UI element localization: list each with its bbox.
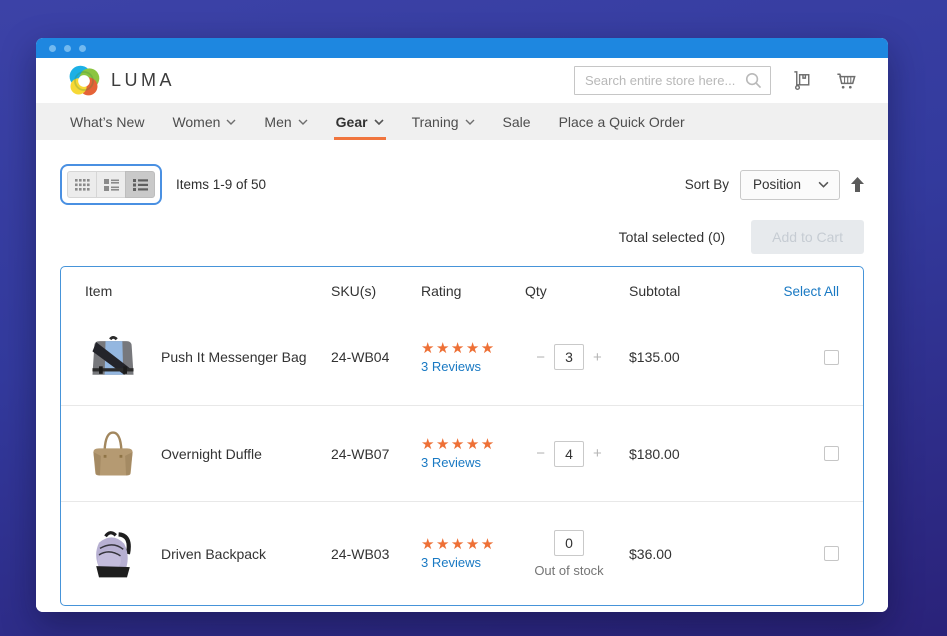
header-item: Item bbox=[85, 283, 331, 299]
chevron-down-icon bbox=[226, 119, 236, 125]
sort-by-label: Sort By bbox=[685, 177, 729, 192]
desktop-background: LUMA bbox=[0, 0, 947, 636]
search-box bbox=[574, 66, 771, 95]
product-subtotal: $36.00 bbox=[629, 546, 753, 562]
arrow-up-icon bbox=[851, 177, 864, 192]
row-checkbox[interactable] bbox=[824, 350, 839, 365]
qty-decrease-button[interactable]: − bbox=[536, 350, 545, 365]
total-selected-label: Total selected (0) bbox=[619, 229, 726, 245]
header-sku: SKU(s) bbox=[331, 283, 421, 299]
product-name: Driven Backpack bbox=[161, 546, 266, 562]
items-table: Item SKU(s) Rating Qty Subtotal Select A… bbox=[60, 266, 864, 606]
qty-input[interactable] bbox=[554, 344, 584, 370]
row-checkbox[interactable] bbox=[824, 446, 839, 461]
sort-select[interactable]: Position bbox=[740, 170, 840, 200]
product-sku: 24-WB04 bbox=[331, 349, 421, 365]
grid-view-icon bbox=[75, 179, 90, 191]
table-row: Driven Backpack 24-WB03 ★★★★★ 3 Reviews … bbox=[61, 501, 863, 605]
header-subtotal: Subtotal bbox=[629, 283, 753, 299]
nav-label: Sale bbox=[503, 114, 531, 130]
nav-item-quick-order[interactable]: Place a Quick Order bbox=[545, 103, 699, 140]
stock-status: Out of stock bbox=[534, 563, 603, 578]
window-control-dot[interactable] bbox=[79, 45, 86, 52]
reviews-link[interactable]: 3 Reviews bbox=[421, 455, 525, 470]
window-control-dot[interactable] bbox=[64, 45, 71, 52]
product-sku: 24-WB03 bbox=[331, 546, 421, 562]
product-image-duffle bbox=[85, 425, 141, 483]
product-rating: ★★★★★ 3 Reviews bbox=[421, 437, 525, 470]
reviews-link[interactable]: 3 Reviews bbox=[421, 555, 525, 570]
luma-logo-icon bbox=[66, 63, 102, 99]
product-subtotal: $180.00 bbox=[629, 446, 753, 462]
star-rating-icons: ★★★★★ bbox=[421, 537, 525, 552]
nav-label: Men bbox=[264, 114, 291, 130]
header-qty: Qty bbox=[525, 283, 629, 299]
page-content: Items 1-9 of 50 Sort By Position bbox=[36, 140, 888, 612]
product-subtotal: $135.00 bbox=[629, 349, 753, 365]
chevron-down-icon bbox=[818, 181, 829, 188]
qty-decrease-button[interactable]: − bbox=[536, 446, 545, 461]
sort-selected-value: Position bbox=[753, 177, 801, 192]
nav-item-traning[interactable]: Traning bbox=[398, 103, 489, 140]
items-count: Items 1-9 of 50 bbox=[176, 177, 266, 192]
product-rating: ★★★★★ 3 Reviews bbox=[421, 341, 525, 374]
product-name: Push It Messenger Bag bbox=[161, 349, 307, 365]
qty-input[interactable] bbox=[554, 441, 584, 467]
nav-item-men[interactable]: Men bbox=[250, 103, 321, 140]
list-view-icon bbox=[104, 179, 119, 191]
chevron-down-icon bbox=[465, 119, 475, 125]
table-row: Push It Messenger Bag 24-WB04 ★★★★★ 3 Re… bbox=[61, 309, 863, 405]
star-rating-icons: ★★★★★ bbox=[421, 437, 525, 452]
product-image-messenger-bag bbox=[85, 328, 141, 386]
table-header-row: Item SKU(s) Rating Qty Subtotal Select A… bbox=[61, 267, 863, 309]
sort-direction-button[interactable] bbox=[851, 177, 864, 192]
nav-label: What’s New bbox=[70, 114, 144, 130]
detailed-view-icon bbox=[133, 179, 148, 191]
nav-label: Women bbox=[172, 114, 220, 130]
window-control-dot[interactable] bbox=[49, 45, 56, 52]
nav-item-gear[interactable]: Gear bbox=[322, 103, 398, 140]
header-rating: Rating bbox=[421, 283, 525, 299]
table-row: Overnight Duffle 24-WB07 ★★★★★ 3 Reviews… bbox=[61, 405, 863, 501]
view-mode-list-button[interactable] bbox=[96, 171, 126, 198]
product-sku: 24-WB07 bbox=[331, 446, 421, 462]
qty-control: Out of stock bbox=[525, 530, 613, 578]
luma-logo[interactable]: LUMA bbox=[66, 63, 175, 99]
nav-label: Gear bbox=[336, 114, 368, 130]
view-mode-switcher bbox=[60, 164, 162, 205]
browser-window: LUMA bbox=[36, 38, 888, 612]
brand-name: LUMA bbox=[111, 70, 175, 91]
nav-item-women[interactable]: Women bbox=[158, 103, 250, 140]
row-checkbox[interactable] bbox=[824, 546, 839, 561]
cart-icon[interactable] bbox=[834, 69, 858, 92]
site-header: LUMA bbox=[36, 58, 888, 103]
qty-control: − + bbox=[525, 344, 613, 370]
list-toolbar: Items 1-9 of 50 Sort By Position bbox=[60, 164, 864, 205]
search-icon[interactable] bbox=[744, 71, 763, 95]
main-navigation: What’s New Women Men Gear Traning Sale bbox=[36, 103, 888, 140]
qty-increase-button[interactable]: + bbox=[593, 350, 602, 365]
selection-bar: Total selected (0) Add to Cart bbox=[60, 220, 864, 254]
select-all-link[interactable]: Select All bbox=[783, 284, 839, 299]
chevron-down-icon bbox=[374, 119, 384, 125]
chevron-down-icon bbox=[298, 119, 308, 125]
add-to-cart-button[interactable]: Add to Cart bbox=[751, 220, 864, 254]
nav-item-whats-new[interactable]: What’s New bbox=[56, 103, 158, 140]
view-mode-detailed-button[interactable] bbox=[125, 171, 155, 198]
qty-increase-button[interactable]: + bbox=[593, 446, 602, 461]
quick-order-icon[interactable] bbox=[791, 69, 814, 92]
search-input[interactable] bbox=[574, 66, 771, 95]
qty-input[interactable] bbox=[554, 530, 584, 556]
star-rating-icons: ★★★★★ bbox=[421, 341, 525, 356]
product-image-backpack bbox=[85, 525, 141, 583]
reviews-link[interactable]: 3 Reviews bbox=[421, 359, 525, 374]
nav-item-sale[interactable]: Sale bbox=[489, 103, 545, 140]
product-rating: ★★★★★ 3 Reviews bbox=[421, 537, 525, 570]
view-mode-grid-button[interactable] bbox=[67, 171, 97, 198]
product-name: Overnight Duffle bbox=[161, 446, 262, 462]
qty-control: − + bbox=[525, 441, 613, 467]
nav-label: Traning bbox=[412, 114, 459, 130]
nav-label: Place a Quick Order bbox=[559, 114, 685, 130]
window-titlebar bbox=[36, 38, 888, 58]
